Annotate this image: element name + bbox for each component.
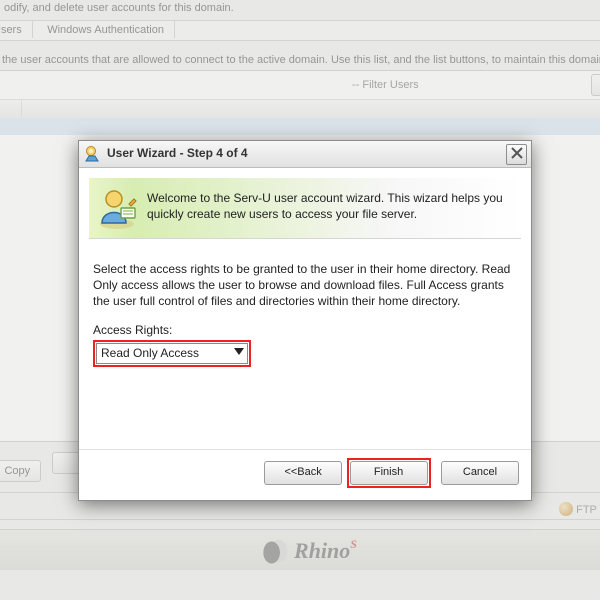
table-row[interactable]: [0, 118, 600, 135]
filter-label: -- Filter Users: [352, 79, 419, 91]
user-wizard-dialog: User Wizard - Step 4 of 4 Welcome: [78, 140, 532, 501]
copy-button[interactable]: Copy: [0, 460, 41, 482]
back-button[interactable]: <<Back: [264, 461, 342, 485]
chevron-down-icon: [234, 348, 244, 355]
clear-filter-button[interactable]: Clear F: [591, 74, 600, 96]
user-wizard-icon: [95, 186, 139, 230]
dialog-footer: <<Back Finish Cancel: [79, 449, 531, 500]
table-header: [0, 99, 600, 119]
tab-windows-auth[interactable]: Windows Authentication: [37, 20, 175, 38]
brand-bar: RhinoS: [0, 529, 600, 570]
close-icon[interactable]: [506, 144, 527, 165]
dialog-title: User Wizard - Step 4 of 4: [107, 146, 248, 160]
page-description: odify, and delete user accounts for this…: [0, 0, 600, 16]
wizard-icon: [85, 145, 102, 162]
banner: Welcome to the Serv-U user account wizar…: [89, 178, 521, 239]
globe-icon: [559, 502, 573, 516]
instruction-text: Select the access rights to be granted t…: [93, 261, 517, 309]
highlight-access-rights: Read Only Access: [93, 340, 251, 367]
tab-users[interactable]: Users: [0, 20, 33, 38]
cancel-button[interactable]: Cancel: [441, 461, 519, 485]
list-description: the user accounts that are allowed to co…: [0, 50, 600, 70]
highlight-finish: Finish: [347, 458, 431, 488]
access-rights-select[interactable]: Read Only Access: [96, 343, 248, 364]
banner-text: Welcome to the Serv-U user account wizar…: [147, 190, 509, 222]
access-rights-label: Access Rights:: [93, 323, 517, 337]
rhino-logo: RhinoS: [258, 536, 357, 566]
tabs-bar: Users Windows Authentication: [0, 20, 600, 41]
dialog-titlebar: User Wizard - Step 4 of 4: [79, 141, 531, 168]
ftp-voyager-link[interactable]: FTP Voyager JV: [559, 502, 600, 516]
finish-button[interactable]: Finish: [350, 461, 428, 485]
